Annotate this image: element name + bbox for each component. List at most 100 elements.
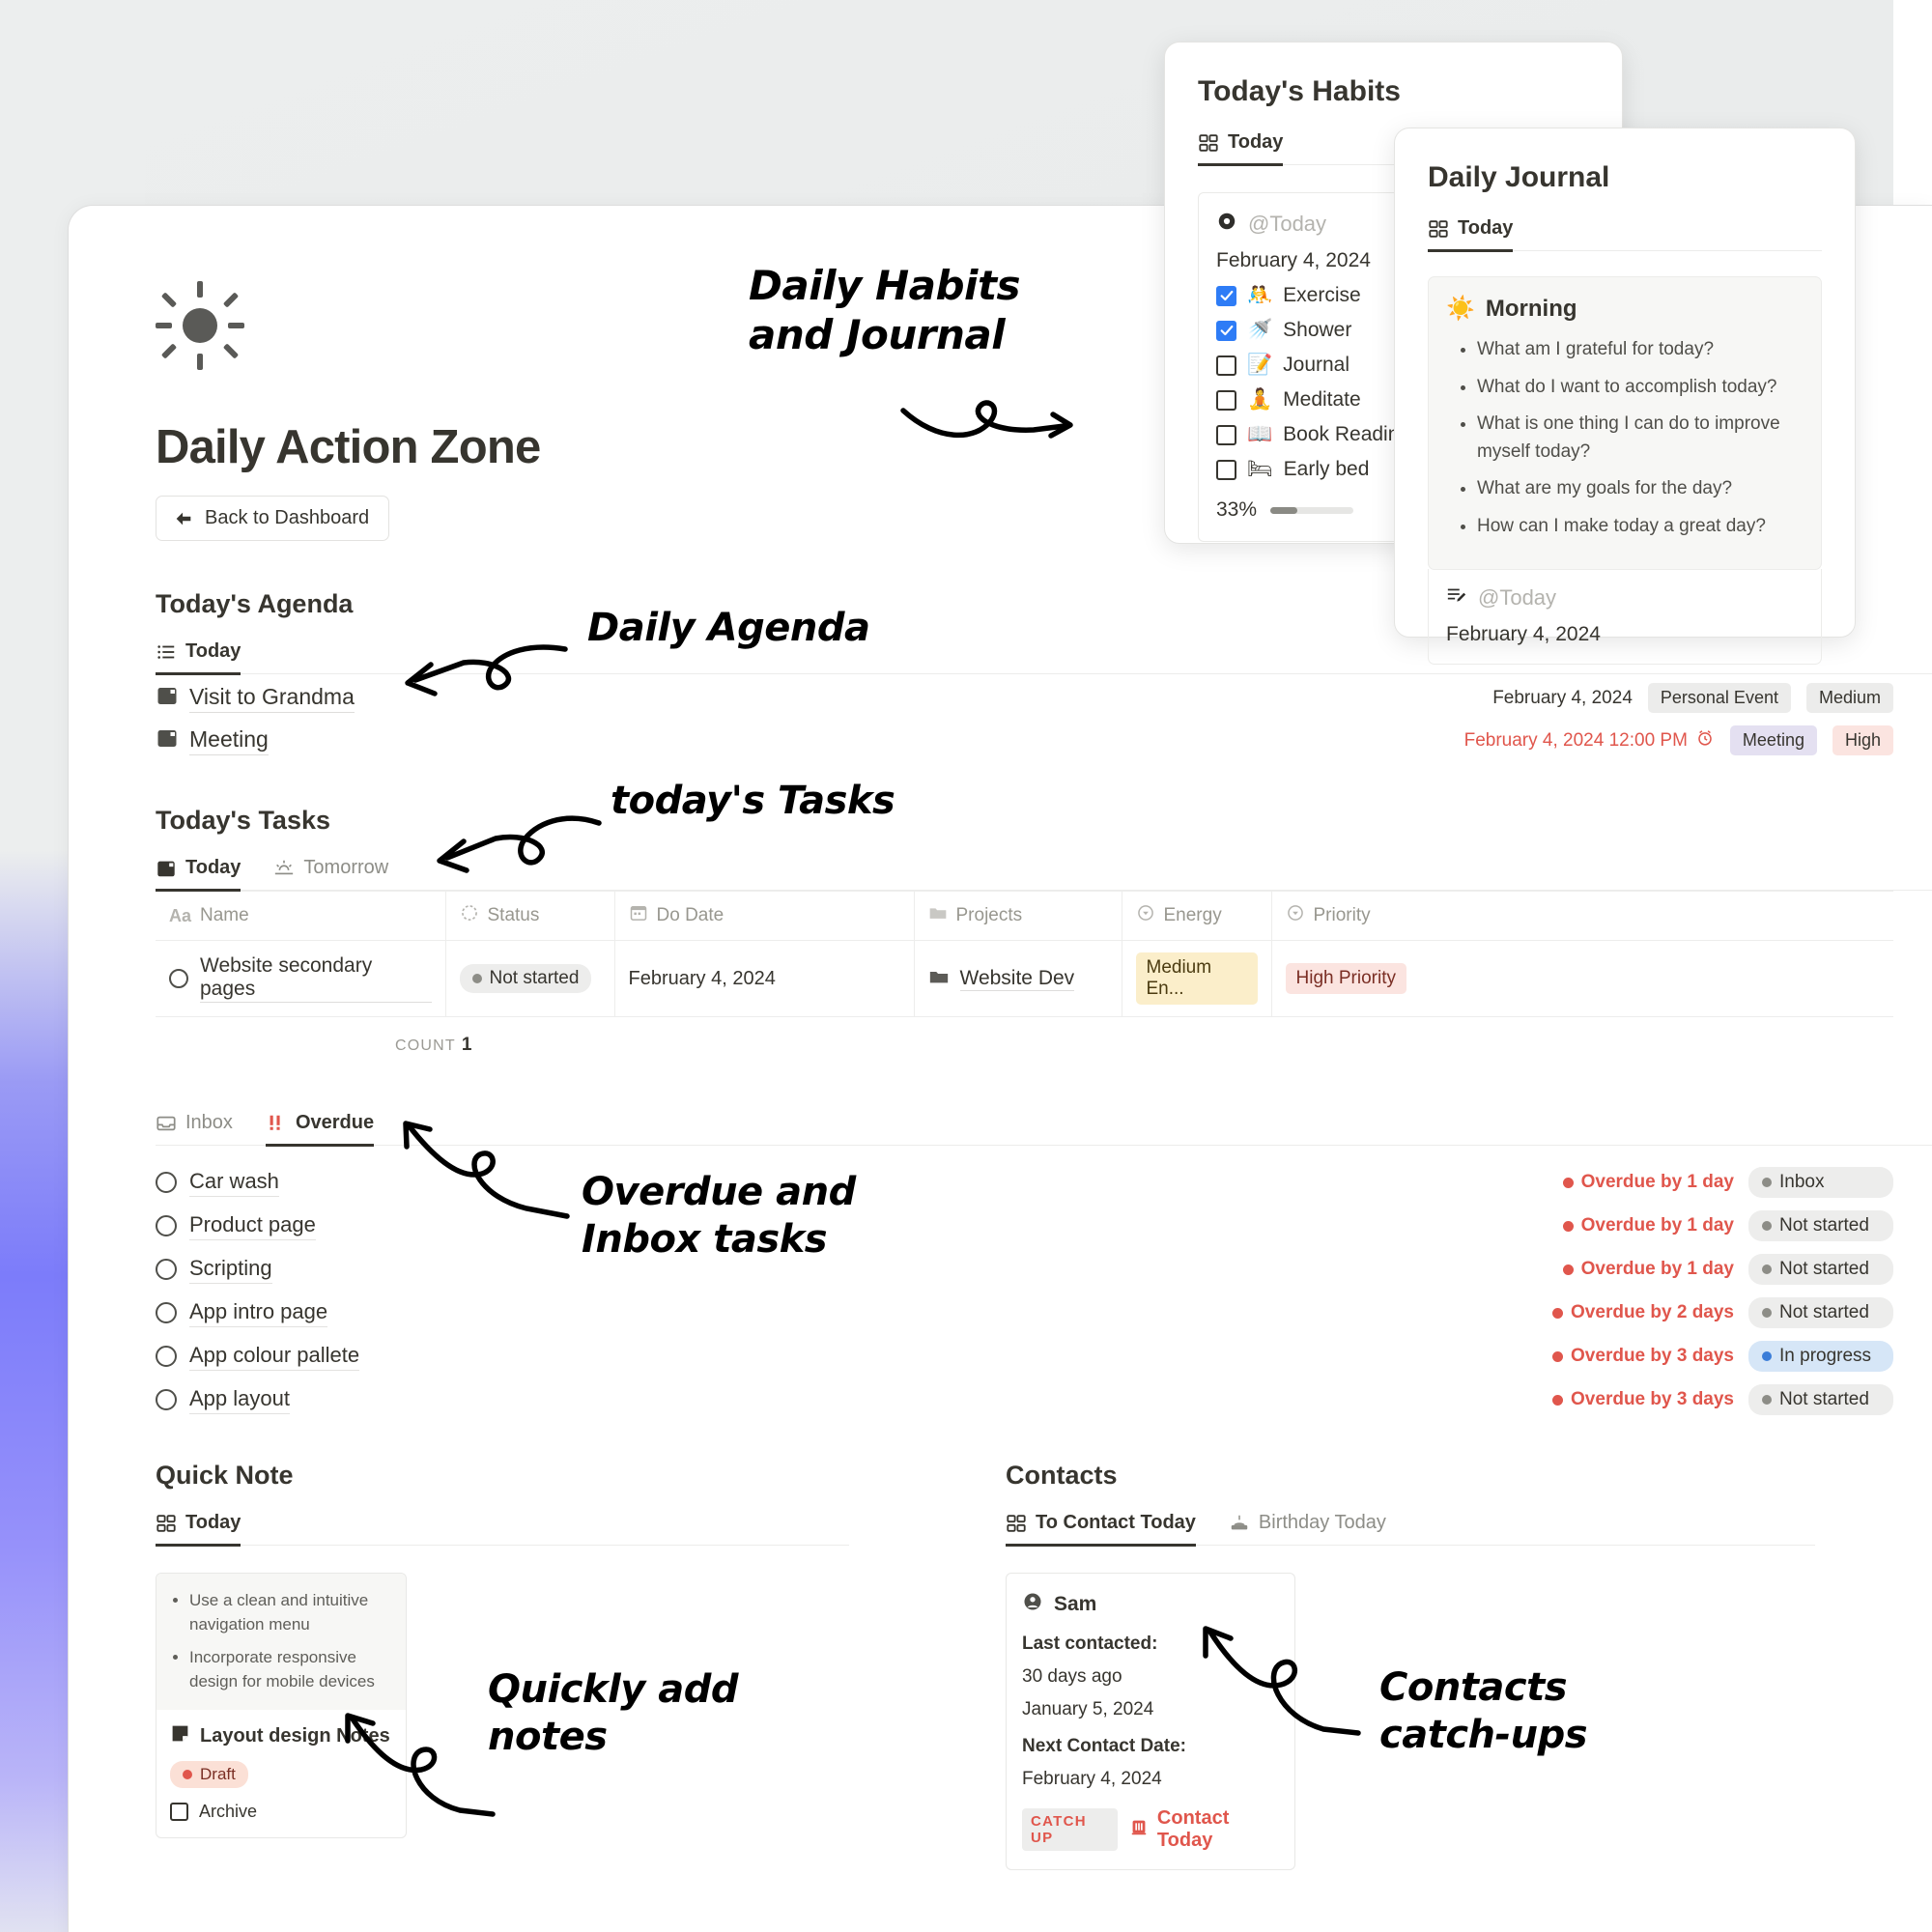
overdue-row-name: Car wash [189,1169,279,1197]
list-item: What do I want to accomplish today? [1477,374,1804,402]
back-to-dashboard-button[interactable]: Back to Dashboard [156,496,390,541]
habit-checkbox[interactable] [1216,285,1236,306]
tab-habits-today[interactable]: Today [1198,131,1284,166]
annotation-arrow-quick-note [345,1713,496,1817]
gallery-icon [1428,218,1449,240]
task-checkbox-icon[interactable] [156,1346,177,1367]
annotation-habits-journal: Daily Habits and Journal [749,262,1021,359]
annotation-quick-note: Quickly add notes [488,1667,738,1759]
gallery-icon [1198,132,1219,154]
list-item: Use a clean and intuitive navigation men… [189,1589,392,1636]
annotation-arrow-tasks [437,815,602,873]
overdue-flag: Overdue by 2 days [1552,1302,1734,1323]
journal-today-ref: @Today [1446,584,1804,611]
contact-today-button[interactable]: Contact Today [1128,1807,1279,1852]
task-checkbox-icon[interactable] [156,1389,177,1410]
habit-emoji-icon: 🤼 [1247,284,1273,306]
habit-emoji-icon: 🧘 [1247,388,1273,411]
agenda-row[interactable]: Meeting February 4, 2024 12:00 PM Meetin… [156,717,1893,759]
tab-birthday-today-label: Birthday Today [1258,1512,1386,1533]
col-priority[interactable]: Priority [1271,891,1893,941]
tab-to-contact-today[interactable]: To Contact Today [1006,1512,1196,1547]
col-name[interactable]: Aa Name [156,891,446,941]
col-status[interactable]: Status [445,891,615,941]
cell-energy[interactable]: Medium En... [1122,940,1272,1017]
gallery-icon [1006,1513,1027,1534]
inbox-icon [156,1113,177,1134]
tasks-table: Aa Name Status Do Date Projects Energy P… [156,891,1893,1017]
back-to-dashboard-label: Back to Dashboard [205,507,370,528]
catch-up-badge: CATCH UP [1022,1808,1118,1851]
overdue-row-name: App intro page [189,1299,328,1327]
cell-status[interactable]: Not started [445,940,615,1017]
list-item: What are my goals for the day? [1477,475,1804,503]
habits-progress-bar [1270,506,1354,514]
calendar-icon [156,858,177,879]
col-projects[interactable]: Projects [914,891,1122,941]
tab-birthday-today[interactable]: Birthday Today [1229,1512,1386,1547]
overdue-row[interactable]: Scripting Overdue by 1 day Not started [156,1246,1893,1290]
overdue-row[interactable]: App layout Overdue by 3 days Not started [156,1377,1893,1420]
task-checkbox-icon[interactable] [156,1172,177,1193]
journal-popup-title: Daily Journal [1428,161,1610,193]
habit-emoji-icon: 🚿 [1247,319,1273,341]
tab-overdue[interactable]: Overdue [265,1112,375,1147]
task-checkbox-icon[interactable] [156,1302,177,1323]
folder-icon [928,966,950,992]
task-checkbox-icon[interactable] [156,1215,177,1236]
cell-name[interactable]: Website secondary pages [156,940,446,1017]
habit-checkbox[interactable] [1216,320,1236,341]
tab-quick-note-today[interactable]: Today [156,1512,242,1547]
col-energy[interactable]: Energy [1122,891,1272,941]
tab-journal-today-label: Today [1458,217,1514,239]
cell-project[interactable]: Website Dev [914,940,1122,1017]
agenda-row-tag-priority: Medium [1805,683,1893,713]
cell-priority[interactable]: High Priority [1271,940,1893,1017]
habit-label: Meditate [1283,388,1361,411]
tab-tasks-today[interactable]: Today [156,857,242,892]
sun-emoji-icon: ☀️ [1446,296,1475,322]
quick-note-bullets: Use a clean and intuitive navigation men… [156,1574,406,1710]
habit-emoji-icon: 🛏 [1247,458,1273,480]
agenda-row-date: February 4, 2024 12:00 PM [1464,728,1715,753]
gallery-icon [156,1513,177,1534]
tasks-count: COUNT 1 [395,1035,472,1055]
tab-to-contact-today-label: To Contact Today [1036,1512,1196,1533]
agenda-row-tag-type: Meeting [1729,725,1817,755]
tab-tasks-tomorrow[interactable]: Tomorrow [273,857,388,892]
status-badge: In progress [1748,1341,1893,1372]
record-icon [1216,211,1237,238]
task-checkbox-icon[interactable] [169,969,188,988]
overdue-flag: Overdue by 3 days [1552,1346,1734,1367]
status-badge: Draft [170,1760,248,1788]
overdue-row[interactable]: App colour pallete Overdue by 3 days In pr… [156,1333,1893,1377]
habit-checkbox[interactable] [1216,389,1236,411]
overdue-row[interactable]: App intro page Overdue by 2 days Not start… [156,1290,1893,1333]
task-checkbox-icon[interactable] [156,1259,177,1280]
col-do-date[interactable]: Do Date [614,891,915,941]
next-contact-date: February 4, 2024 [1022,1769,1162,1789]
cell-do-date[interactable]: February 4, 2024 [614,940,915,1017]
habit-checkbox[interactable] [1216,459,1236,480]
archive-checkbox[interactable] [170,1802,188,1821]
tab-inbox-label: Inbox [185,1112,233,1133]
tab-tasks-today-label: Today [185,857,242,878]
annotation-contacts: Contacts catch-ups [1379,1665,1588,1757]
habit-checkbox[interactable] [1216,355,1236,376]
habit-checkbox[interactable] [1216,424,1236,445]
double-exclamation-icon [266,1113,287,1134]
agenda-row-name: Meeting [189,726,269,755]
sunrise-icon [273,858,295,879]
tab-journal-today[interactable]: Today [1428,217,1514,252]
table-row[interactable]: Website secondary pages Not started Febr… [156,940,1893,1017]
agenda-row-tag-priority: High [1832,725,1893,755]
journal-section-title: ☀️ Morning [1446,295,1577,323]
habit-label: Shower [1283,319,1352,341]
tab-inbox[interactable]: Inbox [156,1112,233,1147]
habit-label: Book Reading [1283,423,1411,445]
cake-icon [1229,1513,1250,1534]
list-icon [156,641,177,663]
tab-agenda-today[interactable]: Today [156,640,242,675]
overdue-flag: Overdue by 1 day [1562,1215,1734,1236]
annotation-daily-agenda: Daily Agenda [587,606,870,650]
